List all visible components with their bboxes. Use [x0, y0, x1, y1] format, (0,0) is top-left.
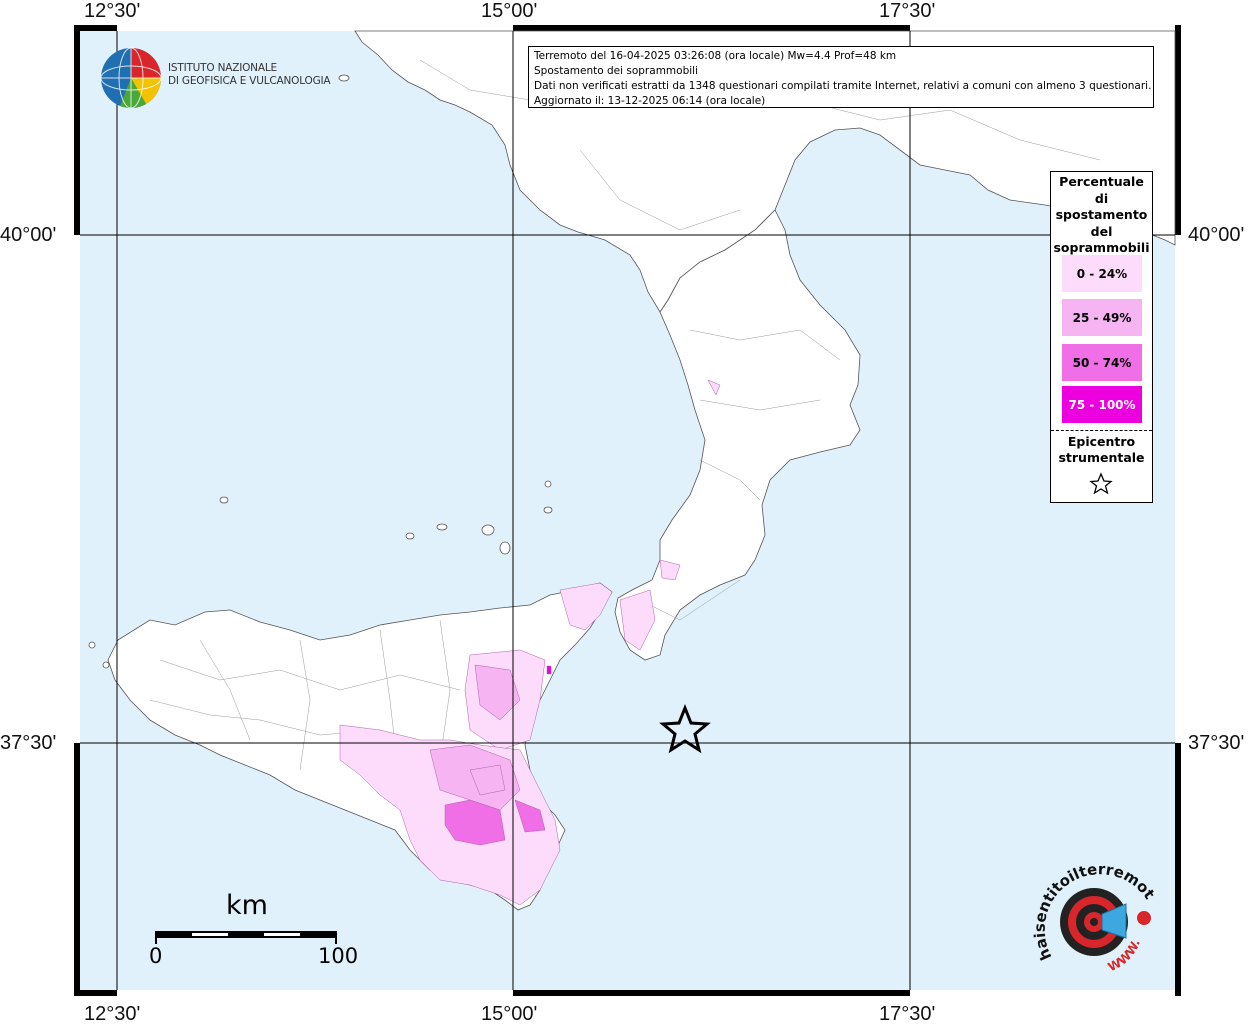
legend-title-line: Percentuale: [1059, 174, 1144, 189]
epicenter-title-line: Epicentro: [1067, 434, 1136, 449]
lat-tick-right-2: 37°30': [1188, 732, 1245, 754]
lat-tick-left-2: 37°30': [0, 732, 57, 754]
epicenter-legend-title: Epicentro strumentale: [1051, 434, 1152, 466]
legend-class-3: 75 - 100%: [1062, 386, 1142, 423]
target-megaphone-icon: haisentitoilterremoto WWW.: [1025, 848, 1159, 974]
legend-class-0: 0 - 24%: [1062, 255, 1142, 292]
ingv-logo-icon: [100, 47, 162, 109]
epicenter-title-line: strumentale: [1058, 450, 1145, 465]
legend-divider: [1051, 430, 1152, 431]
institute-line-2: DI GEOFISICA E VULCANOLOGIA: [168, 75, 331, 87]
lat-tick-right-1: 40°00': [1188, 224, 1245, 246]
scale-min: 0: [149, 944, 163, 968]
lon-tick-top-3: 17°30': [879, 0, 936, 22]
legend: Percentuale di spostamento del soprammob…: [1050, 171, 1153, 503]
legend-title-line: di: [1094, 190, 1109, 206]
event-title: Terremoto del 16-04-2025 03:26:08 (ora l…: [534, 50, 897, 62]
institute-line-1: ISTITUTO NAZIONALE: [168, 62, 277, 74]
lat-tick-left-1: 40°00': [0, 224, 57, 246]
legend-class-2: 50 - 74%: [1062, 344, 1142, 381]
lon-tick-bottom-1: 12°30': [84, 1003, 141, 1025]
lon-tick-top-2: 15°00': [481, 0, 538, 22]
lon-tick-bottom-2: 15°00': [481, 1003, 538, 1025]
legend-class-1: 25 - 49%: [1062, 299, 1142, 336]
event-info-box: Terremoto del 16-04-2025 03:26:08 (ora l…: [528, 46, 1154, 108]
haisentito-logo: haisentitoilterremoto WWW.: [1025, 848, 1160, 980]
lon-tick-top-1: 12°30': [84, 0, 141, 22]
scale-unit: km: [226, 890, 268, 921]
legend-title-line: del: [1090, 223, 1113, 239]
institute-name: ISTITUTO NAZIONALE DI GEOFISICA E VULCAN…: [168, 62, 331, 88]
scale-max: 100: [318, 944, 359, 968]
star-outline-icon: [1089, 472, 1113, 494]
lon-tick-bottom-3: 17°30': [879, 1003, 936, 1025]
event-updated: Aggiornato il: 13-12-2025 06:14 (ora loc…: [534, 95, 766, 107]
legend-title-line: spostamento: [1055, 207, 1148, 222]
legend-title: Percentuale di spostamento del soprammob…: [1051, 174, 1152, 257]
event-subtitle: Spostamento dei soprammobili: [534, 65, 698, 77]
event-data-note: Dati non verificati estratti da 1348 que…: [534, 80, 1152, 92]
